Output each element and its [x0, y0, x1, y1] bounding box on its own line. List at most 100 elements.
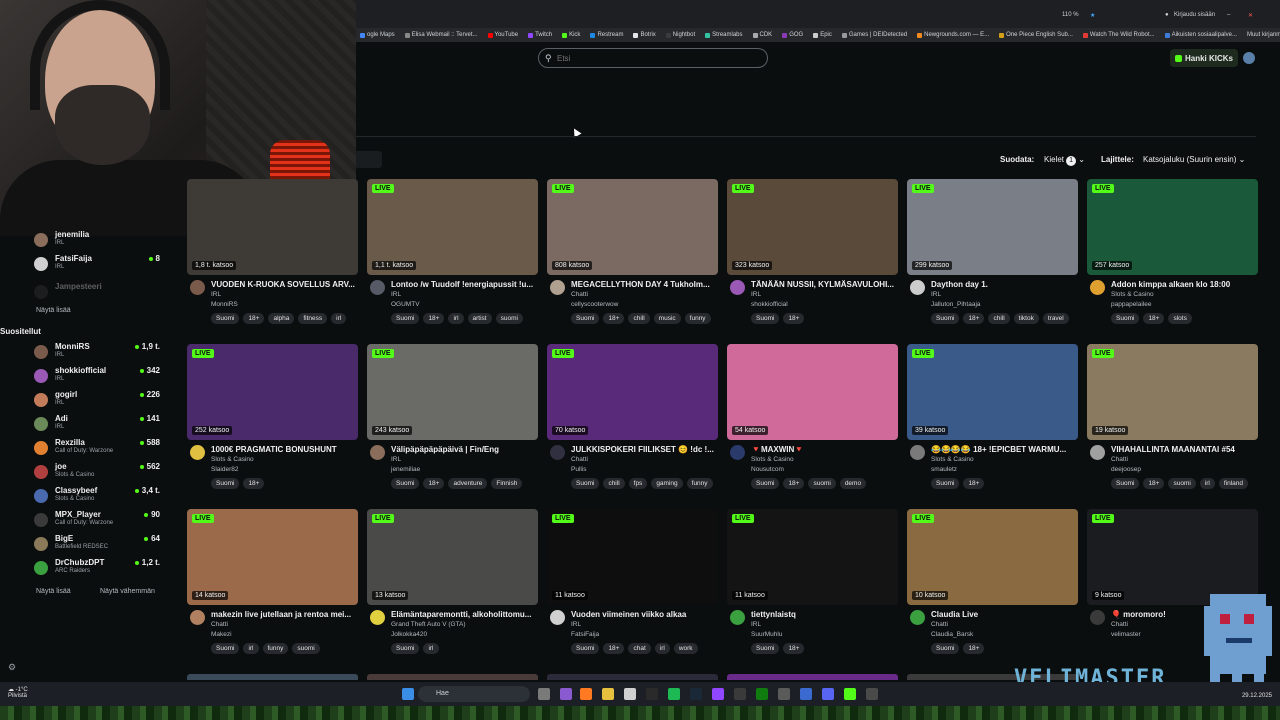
firefox-icon[interactable]: [580, 688, 592, 700]
tag-chip[interactable]: artist: [467, 313, 492, 324]
tag-chip[interactable]: Suomi: [391, 478, 420, 489]
stream-category[interactable]: Chatti: [931, 621, 948, 628]
stream-category[interactable]: Chatti: [571, 456, 588, 463]
streamer-avatar[interactable]: [730, 610, 745, 625]
streamer-avatar[interactable]: [370, 610, 385, 625]
app-icon[interactable]: [734, 688, 746, 700]
sidebar-channel[interactable]: MonniRS IRL 1,9 t.: [34, 342, 160, 362]
bookmark-item[interactable]: Games | DEIDetected: [841, 32, 907, 38]
bookmark-item[interactable]: Streamlabs: [705, 32, 743, 38]
stream-category[interactable]: IRL: [751, 621, 761, 628]
stream-title[interactable]: 😂😂😂😂 18+ !EPICBET WARMU...: [931, 445, 1077, 454]
streamer-avatar[interactable]: [550, 280, 565, 295]
tag-chip[interactable]: Suomi: [931, 643, 960, 654]
tag-chip[interactable]: 18+: [783, 313, 805, 324]
stream-thumbnail[interactable]: 54 katsoo: [727, 344, 898, 440]
tag-chip[interactable]: tiktok: [1013, 313, 1039, 324]
streamer-avatar[interactable]: [190, 610, 205, 625]
stream-category[interactable]: IRL: [931, 291, 941, 298]
channel-name[interactable]: OGUMTV: [391, 301, 420, 308]
stream-thumbnail[interactable]: LIVE 11 katsoo: [547, 509, 718, 605]
tag-chip[interactable]: 18+: [1143, 478, 1165, 489]
channel-name[interactable]: SuurMuhlu: [751, 631, 782, 638]
stream-category[interactable]: IRL: [391, 456, 401, 463]
tag-chip[interactable]: 18+: [243, 313, 265, 324]
bookmark-item[interactable]: YouTube: [487, 32, 518, 38]
streamer-avatar[interactable]: [370, 445, 385, 460]
stream-title[interactable]: VIHAHALLINTA MAANANTAI #54: [1111, 445, 1257, 454]
stream-thumbnail[interactable]: LIVE 14 katsoo: [187, 509, 358, 605]
stream-category[interactable]: IRL: [211, 291, 221, 298]
sidebar-channel[interactable]: Adi IRL 141: [34, 414, 160, 434]
stream-card[interactable]: LIVE 39 katsoo 😂😂😂😂 18+ !EPICBET WARMU... S…: [907, 344, 1078, 494]
twitch-icon[interactable]: [712, 688, 724, 700]
stream-thumbnail[interactable]: LIVE 257 katsoo: [1087, 179, 1258, 275]
other-bookmarks[interactable]: Muut kirjanmerkit: [1247, 32, 1280, 38]
sidebar-channel[interactable]: BigE Battlefield REDSEC 64: [34, 534, 160, 554]
stream-thumbnail[interactable]: LIVE 243 katsoo: [367, 344, 538, 440]
stream-thumbnail[interactable]: LIVE 808 katsoo: [547, 179, 718, 275]
tag-chip[interactable]: irl: [654, 643, 670, 654]
store-icon[interactable]: [624, 688, 636, 700]
channel-name[interactable]: MonniRS: [211, 301, 238, 308]
stream-card[interactable]: 1,8 t. katsoo VUODEN K-RUOKA SOVELLUS ARV…: [187, 179, 358, 329]
tag-chip[interactable]: suomi: [1168, 478, 1196, 489]
channel-name[interactable]: Pullis: [571, 466, 587, 473]
stream-title[interactable]: Vuoden viimeinen viikko alkaa: [571, 610, 717, 619]
stream-thumbnail[interactable]: LIVE 13 katsoo: [367, 509, 538, 605]
channel-name[interactable]: smauletz: [931, 466, 957, 473]
tag-chip[interactable]: Suomi: [571, 643, 600, 654]
show-less-link[interactable]: Näytä vähemmän: [100, 588, 155, 595]
sidebar-channel[interactable]: Rexzilla Call of Duty: Warzone 588: [34, 438, 160, 458]
streamer-avatar[interactable]: [910, 280, 925, 295]
bookmark-item[interactable]: Newgrounds.com — E...: [917, 32, 989, 38]
stream-category[interactable]: Chatti: [571, 291, 588, 298]
channel-name[interactable]: deejoosep: [1111, 466, 1141, 473]
tag-chip[interactable]: 18+: [423, 478, 445, 489]
bookmark-item[interactable]: ogle Maps: [360, 32, 395, 38]
zoom-level[interactable]: 110 %: [1062, 12, 1079, 18]
tag-chip[interactable]: suomi: [808, 478, 836, 489]
channel-name[interactable]: Jolkokka420: [391, 631, 427, 638]
sidebar-channel[interactable]: DrChubzDPT ARC Raiders 1,2 t.: [34, 558, 160, 578]
stream-category[interactable]: IRL: [391, 291, 401, 298]
stream-title[interactable]: 🔻MAXWIN🔻: [751, 445, 897, 454]
tag-chip[interactable]: chill: [988, 313, 1010, 324]
bookmark-item[interactable]: One Piece English Sub...: [999, 32, 1073, 38]
stream-category[interactable]: Slots & Casino: [751, 456, 794, 463]
tag-chip[interactable]: irl: [423, 643, 439, 654]
sidebar-channel[interactable]: jenemilia IRL: [34, 230, 160, 250]
tag-chip[interactable]: 18+: [603, 643, 625, 654]
channel-name[interactable]: pappapelailee: [1111, 301, 1151, 308]
tag-chip[interactable]: slots: [1168, 313, 1192, 324]
stream-card[interactable]: LIVE 19 katsoo VIHAHALLINTA MAANANTAI #54 C…: [1087, 344, 1258, 494]
streamer-avatar[interactable]: [370, 280, 385, 295]
stream-thumbnail[interactable]: LIVE 11 katsoo: [727, 509, 898, 605]
stream-thumbnail[interactable]: LIVE 70 katsoo: [547, 344, 718, 440]
tag-chip[interactable]: Suomi: [1111, 313, 1140, 324]
stream-category[interactable]: Chatti: [211, 621, 228, 628]
stream-category[interactable]: Slots & Casino: [1111, 291, 1154, 298]
stream-category[interactable]: IRL: [571, 621, 581, 628]
close-icon[interactable]: ✕: [1248, 12, 1253, 19]
stream-category[interactable]: Slots & Casino: [931, 456, 974, 463]
channel-name[interactable]: cellyscooterwow: [571, 301, 618, 308]
tag-chip[interactable]: funny: [262, 643, 289, 654]
tag-chip[interactable]: Suomi: [751, 478, 780, 489]
tag-chip[interactable]: 18+: [1143, 313, 1165, 324]
tag-chip[interactable]: Suomi: [1111, 478, 1140, 489]
tag-chip[interactable]: Suomi: [571, 478, 600, 489]
tag-chip[interactable]: Suomi: [211, 643, 240, 654]
stream-card[interactable]: LIVE 257 katsoo Addon kimppa alkaen klo 18…: [1087, 179, 1258, 329]
stream-category[interactable]: Grand Theft Auto V (GTA): [391, 621, 466, 628]
sidebar-channel[interactable]: joe Slots & Casino 562: [34, 462, 160, 482]
stream-card[interactable]: LIVE 10 katsoo Claudia Live Chatti Claudia_B…: [907, 509, 1078, 659]
streamer-avatar[interactable]: [910, 445, 925, 460]
stream-card[interactable]: LIVE 252 katsoo 1000€ PRAGMATIC BONUSHUNT S…: [187, 344, 358, 494]
stream-card[interactable]: LIVE 70 katsoo JULKKISPOKERI FIILIKSET 😊 !…: [547, 344, 718, 494]
tag-chip[interactable]: Finnish: [491, 478, 523, 489]
bookmark-item[interactable]: Nightbot: [665, 32, 695, 38]
tag-chip[interactable]: work: [673, 643, 698, 654]
teams-icon[interactable]: [560, 688, 572, 700]
tag-chip[interactable]: 18+: [963, 478, 985, 489]
